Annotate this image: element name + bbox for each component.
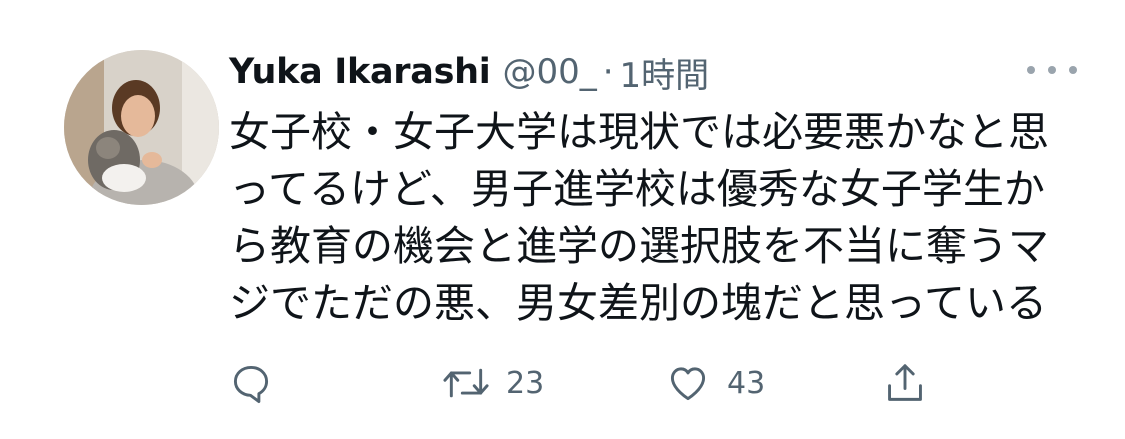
tweet-timestamp[interactable]: 1時間 <box>620 48 710 97</box>
retweet-button[interactable]: 23 <box>442 358 544 408</box>
more-dot <box>1069 66 1077 74</box>
tweet-text-line: 女子校・女子大学は現状では必要悪かなと思 <box>229 108 1049 156</box>
tweet-text: 女子校・女子大学は現状では必要悪かなと思 ってるけど、男子進学校は優秀な女子学生… <box>229 104 1079 332</box>
author-handle[interactable]: @00_ <box>502 52 596 92</box>
reply-icon <box>233 365 269 403</box>
more-dot <box>1027 66 1035 74</box>
share-button[interactable] <box>885 358 925 408</box>
action-bar: 23 43 <box>229 358 1079 408</box>
retweet-icon <box>443 368 489 398</box>
avatar[interactable] <box>64 50 219 205</box>
tweet-card[interactable]: Yuka Ikarashi @00_ · 1時間 女子校・女子大学は現状では必要… <box>0 0 1125 439</box>
more-dot <box>1048 66 1056 74</box>
tweet-text-line: ら教育の機会と進学の選択肢を不当に奪うマ <box>229 222 1049 270</box>
tweet-header: Yuka Ikarashi @00_ · 1時間 <box>229 44 709 100</box>
reply-button[interactable] <box>229 358 273 408</box>
like-button[interactable]: 43 <box>665 358 765 408</box>
heart-icon <box>670 367 706 401</box>
like-count: 43 <box>727 365 766 401</box>
tweet-text-line: ジでただの悪、男女差別の塊だと思っている <box>229 279 1047 327</box>
more-options-icon[interactable] <box>1027 58 1077 82</box>
author-name[interactable]: Yuka Ikarashi <box>229 52 491 92</box>
separator-dot: · <box>602 52 614 92</box>
retweet-count: 23 <box>506 365 545 401</box>
avatar-photo <box>64 50 219 205</box>
tweet-text-line: ってるけど、男子進学校は優秀な女子学生か <box>229 165 1045 213</box>
share-icon <box>888 364 922 401</box>
